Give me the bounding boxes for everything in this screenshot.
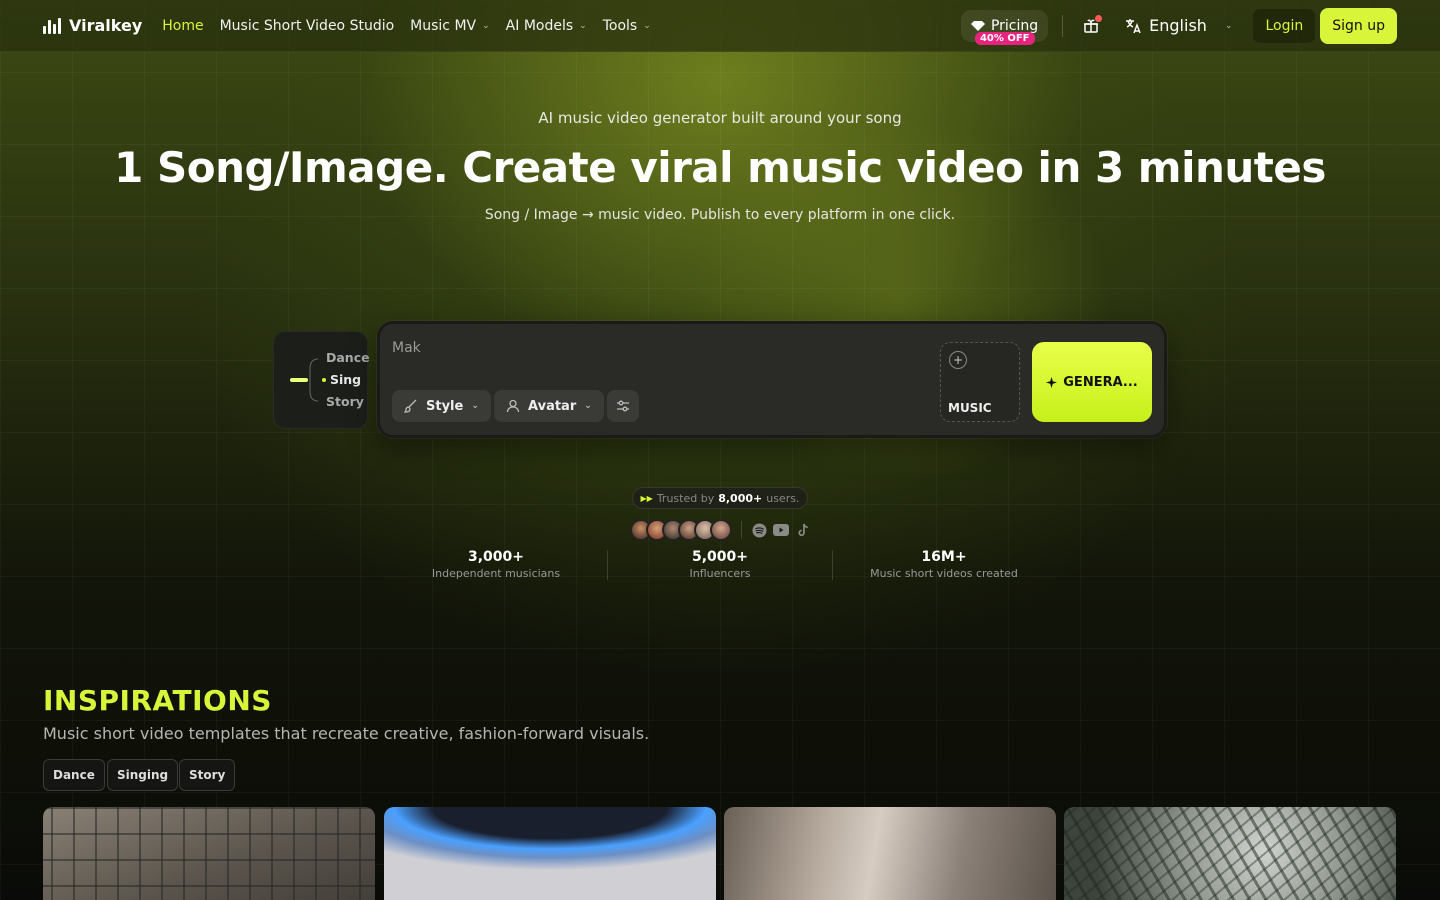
mode-selected-dot — [322, 378, 326, 382]
stat-value: 3,000+ — [467, 549, 524, 565]
stat-label: Influencers — [689, 567, 751, 580]
avatar — [710, 519, 732, 541]
hero-subtitle: Song / Image → music video. Publish to e… — [484, 207, 956, 223]
trust-count: 8,000+ — [718, 491, 763, 505]
trust-prefix: Trusted by — [656, 491, 715, 505]
chevron-down-icon: ⌄ — [584, 401, 592, 411]
brush-icon — [404, 399, 417, 413]
template-card[interactable] — [384, 807, 716, 900]
generate-button[interactable]: GENERA... — [1032, 342, 1152, 422]
chevron-down-icon: ⌄ — [643, 20, 651, 31]
language-label: English — [1149, 16, 1207, 35]
stat-value: 5,000+ — [691, 549, 748, 565]
template-card[interactable] — [43, 807, 375, 900]
language-selector[interactable]: English ⌄ — [1115, 16, 1242, 35]
prompt-panel: Mak Style ⌄ Avatar ⌄ + MUSIC GENERA... — [377, 321, 1167, 438]
generate-label: GENERA... — [1063, 374, 1138, 390]
template-card[interactable] — [724, 807, 1056, 900]
chevron-down-icon: ⌄ — [1224, 20, 1233, 31]
section-subtitle: Music short video templates that recreat… — [43, 724, 650, 743]
stat-label: Music short videos created — [870, 567, 1018, 580]
music-label: MUSIC — [948, 401, 992, 415]
logo-icon — [43, 17, 61, 34]
trust-badge: ▶▶ Trusted by 8,000+ users. — [632, 487, 808, 509]
nav-music-mv-label: Music MV — [410, 17, 477, 34]
brand-name: Viralkey — [69, 16, 143, 35]
gift-button[interactable] — [1077, 12, 1105, 40]
chevron-down-icon: ⌄ — [579, 20, 587, 31]
spotify-icon — [751, 522, 767, 538]
filter-tag-singing[interactable]: Singing — [107, 759, 179, 791]
music-upload[interactable]: + MUSIC — [940, 342, 1020, 422]
template-card[interactable] — [1064, 807, 1396, 900]
nav-music-short-video-studio[interactable]: Music Short Video Studio — [220, 18, 395, 34]
prompt-input[interactable]: Mak — [392, 340, 421, 356]
nav-home[interactable]: Home — [162, 18, 203, 34]
hero-eyebrow: AI music video generator built around yo… — [538, 109, 902, 127]
discount-badge: 40% OFF — [974, 31, 1035, 45]
stat-influencers: 5,000+ Influencers — [660, 549, 780, 580]
stat-musicians: 3,000+ Independent musicians — [420, 549, 572, 580]
stat-videos: 16M+ Music short videos created — [858, 549, 1030, 580]
filter-tag-dance[interactable]: Dance — [43, 759, 105, 791]
avatar-button[interactable]: Avatar ⌄ — [494, 390, 604, 422]
signup-button[interactable]: Sign up — [1320, 7, 1397, 44]
avatar-divider — [741, 521, 742, 539]
chevron-down-icon: ⌄ — [482, 20, 490, 31]
top-nav: Viralkey Home Music Short Video Studio M… — [0, 0, 1440, 52]
tiktok-icon — [795, 522, 811, 538]
mode-indicator — [290, 378, 308, 382]
chevron-down-icon: ⌄ — [471, 401, 479, 411]
plus-icon: + — [949, 351, 967, 369]
mode-story[interactable]: Story — [326, 394, 364, 409]
style-button[interactable]: Style ⌄ — [392, 390, 491, 422]
notification-dot — [1095, 14, 1103, 22]
style-label: Style — [426, 398, 464, 414]
login-button[interactable]: Login — [1252, 7, 1317, 44]
nav-ai-models[interactable]: AI Models ⌄ — [506, 18, 587, 34]
nav-links: Home Music Short Video Studio Music MV ⌄ … — [162, 18, 651, 34]
nav-right: Pricing 40% OFF English ⌄ Login Sign up — [960, 7, 1397, 45]
user-avatars — [630, 519, 732, 541]
avatar-label: Avatar — [528, 398, 577, 414]
section-title: INSPIRATIONS — [43, 684, 272, 717]
diamond-icon — [970, 20, 985, 31]
trust-suffix: users. — [766, 491, 800, 505]
stat-label: Independent musicians — [431, 567, 561, 580]
filter-tag-story[interactable]: Story — [179, 759, 236, 791]
sliders-icon — [617, 400, 629, 412]
pricing-button[interactable]: Pricing 40% OFF — [960, 9, 1049, 45]
translate-icon — [1126, 18, 1141, 33]
settings-button[interactable] — [607, 390, 639, 422]
user-icon — [506, 399, 520, 413]
nav-tools-label: Tools — [602, 17, 638, 34]
stat-value: 16M+ — [921, 549, 967, 565]
logo[interactable]: Viralkey — [43, 16, 142, 35]
nav-home-label: Home — [162, 17, 204, 34]
nav-studio-label: Music Short Video Studio — [219, 17, 395, 34]
nav-music-mv[interactable]: Music MV ⌄ — [410, 18, 490, 34]
play-icon: ▶▶ — [640, 493, 653, 503]
nav-divider — [1062, 14, 1064, 37]
nav-tools[interactable]: Tools ⌄ — [603, 18, 651, 34]
stat-divider — [832, 550, 833, 580]
youtube-icon — [773, 522, 789, 538]
stat-divider — [607, 550, 608, 580]
mode-sing[interactable]: Sing — [330, 372, 361, 387]
hero-title: 1 Song/Image. Create viral music video i… — [114, 143, 1326, 192]
mode-dance[interactable]: Dance — [326, 350, 370, 365]
nav-ai-models-label: AI Models — [505, 17, 574, 34]
sparkle-icon — [1046, 376, 1058, 388]
